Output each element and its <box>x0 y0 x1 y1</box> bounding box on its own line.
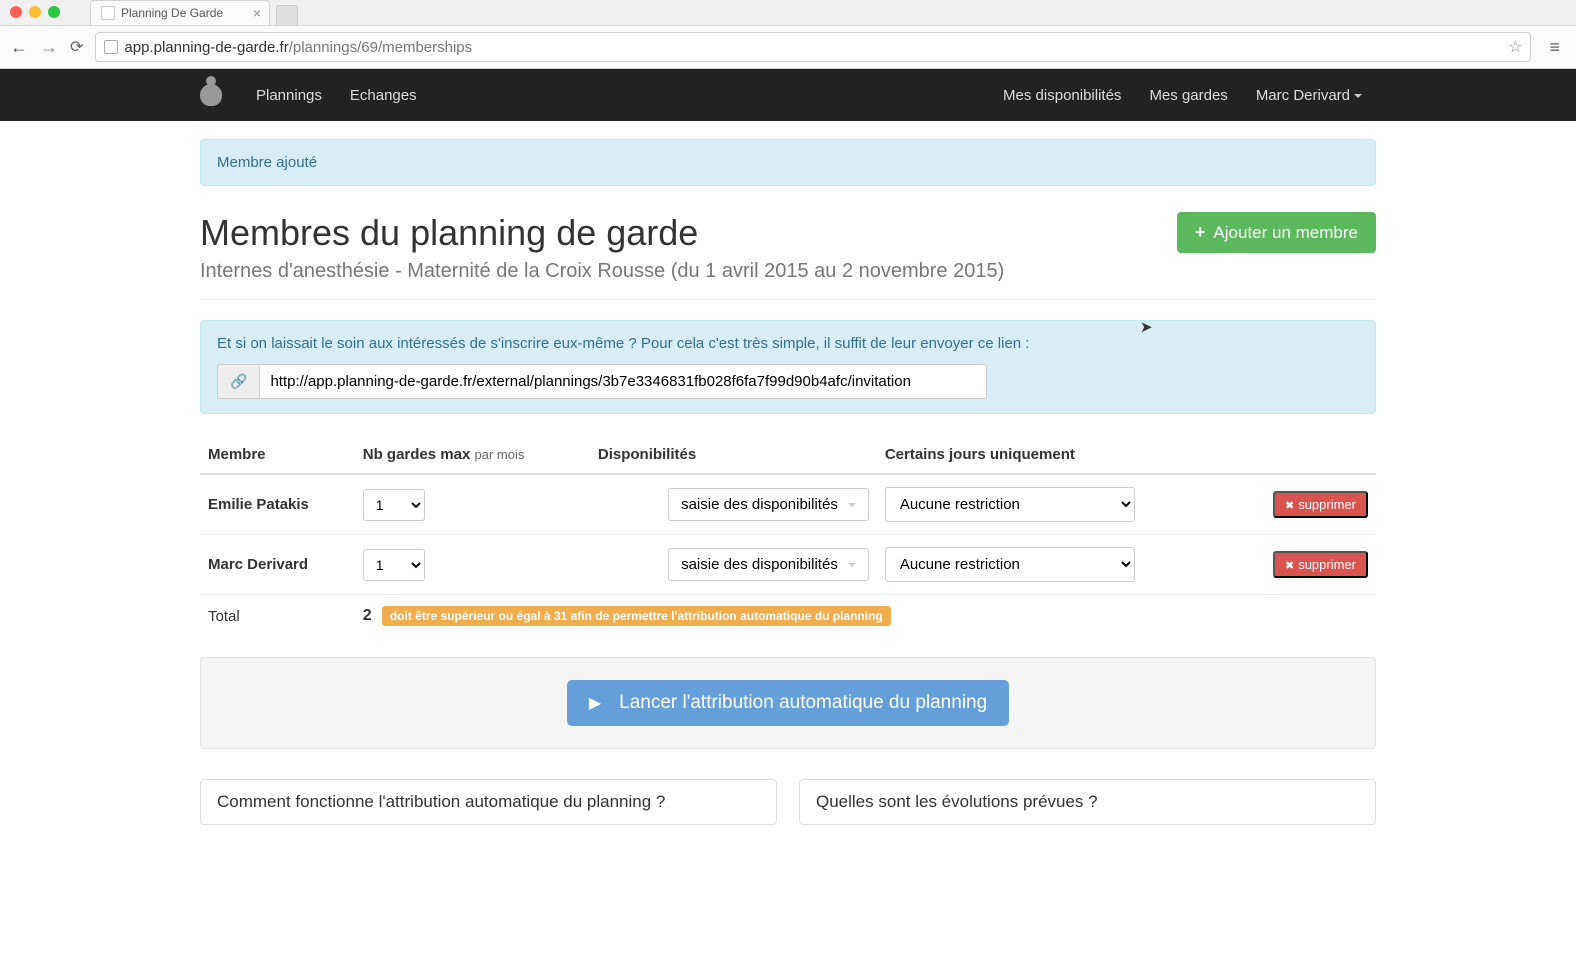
tab-title: Planning De Garde <box>121 6 223 20</box>
member-name: Emilie Patakis <box>200 474 355 535</box>
bookmark-star-icon[interactable]: ☆ <box>1508 37 1522 57</box>
back-button[interactable]: ← <box>10 37 28 58</box>
window-zoom-dot[interactable] <box>48 6 60 18</box>
nav-disponibilites[interactable]: Mes disponibilités <box>989 72 1135 119</box>
total-label: Total <box>200 595 355 638</box>
invite-panel: Et si on laissait le soin aux intéressés… <box>200 320 1376 414</box>
x-icon <box>1285 557 1298 572</box>
col-member: Membre <box>200 438 355 474</box>
col-disponibilites: Disponibilités <box>590 438 877 474</box>
total-value: 2 <box>363 607 372 624</box>
launch-label: Lancer l'attribution automatique du plan… <box>619 692 987 714</box>
total-warning-badge: doit être supérieur ou égal à 31 afin de… <box>382 606 891 626</box>
member-name: Marc Derivard <box>200 535 355 595</box>
add-member-button[interactable]: Ajouter un membre <box>1177 212 1376 253</box>
invite-text: Et si on laissait le soin aux intéressés… <box>217 335 1359 352</box>
nb-gardes-select[interactable]: 1 <box>363 489 425 521</box>
col-days: Certains jours uniquement <box>877 438 1229 474</box>
col-actions <box>1229 438 1376 474</box>
reload-button[interactable]: ⟳ <box>70 37 83 57</box>
delete-label: supprimer <box>1298 557 1356 572</box>
disp-label: saisie des disponibilités <box>681 556 838 573</box>
favicon-icon <box>101 6 115 20</box>
tab-close-icon[interactable]: × <box>253 5 261 21</box>
flash-success: Membre ajouté <box>200 139 1376 186</box>
faq-q2-text: Quelles sont les évolutions prévues ? <box>816 792 1098 811</box>
page-header: Membres du planning de garde Internes d'… <box>200 212 1376 300</box>
invite-link-input[interactable] <box>259 364 987 399</box>
faq-panel-1[interactable]: Comment fonctionne l'attribution automat… <box>200 779 777 825</box>
page-title: Membres du planning de garde <box>200 212 1004 254</box>
disponibilites-dropdown[interactable]: saisie des disponibilités <box>668 488 869 521</box>
launch-panel: Lancer l'attribution automatique du plan… <box>200 657 1376 749</box>
plus-icon <box>1195 222 1206 243</box>
tab-strip: Planning De Garde × <box>90 0 1576 25</box>
address-bar[interactable]: app.planning-de-garde.fr/plannings/69/me… <box>95 32 1531 62</box>
browser-tab[interactable]: Planning De Garde × <box>90 0 270 25</box>
window-close-dot[interactable] <box>10 6 22 18</box>
caret-down-icon <box>848 503 856 507</box>
total-row: Total 2 doit être supérieur ou égal à 31… <box>200 595 1376 638</box>
page-subtitle: Internes d'anesthésie - Maternité de la … <box>200 260 1004 283</box>
disponibilites-dropdown[interactable]: saisie des disponibilités <box>668 548 869 581</box>
forward-button[interactable]: → <box>40 37 58 58</box>
launch-attribution-button[interactable]: Lancer l'attribution automatique du plan… <box>567 680 1009 726</box>
play-icon <box>589 692 611 714</box>
nav-user-name: Marc Derivard <box>1256 87 1350 104</box>
delete-member-button[interactable]: supprimer <box>1273 551 1368 578</box>
caret-down-icon <box>1354 94 1362 98</box>
col-nbmax: Nb gardes max par mois <box>355 438 590 474</box>
browser-toolbar: ← → ⟳ app.planning-de-garde.fr/plannings… <box>0 25 1576 68</box>
app-navbar: Plannings Echanges Mes disponibilités Me… <box>0 69 1576 121</box>
window-minimize-dot[interactable] <box>29 6 41 18</box>
delete-member-button[interactable]: supprimer <box>1273 491 1368 518</box>
restriction-select[interactable]: Aucune restriction <box>885 547 1135 582</box>
x-icon <box>1285 497 1298 512</box>
link-icon: 🔗 <box>217 364 259 399</box>
nb-gardes-select[interactable]: 1 <box>363 549 425 581</box>
nav-echanges[interactable]: Echanges <box>336 72 431 119</box>
restriction-select[interactable]: Aucune restriction <box>885 487 1135 522</box>
brand-user-icon[interactable] <box>200 84 222 106</box>
site-info-icon[interactable] <box>104 40 118 54</box>
nav-user-menu[interactable]: Marc Derivard <box>1242 72 1376 119</box>
nav-mes-gardes[interactable]: Mes gardes <box>1135 72 1241 119</box>
url-text: app.planning-de-garde.fr/plannings/69/me… <box>124 39 472 56</box>
browser-chrome: Planning De Garde × ← → ⟳ app.planning-d… <box>0 0 1576 69</box>
faq-row: Comment fonctionne l'attribution automat… <box>200 779 1376 825</box>
table-row: Marc Derivard 1 saisie des disponibilité… <box>200 535 1376 595</box>
table-row: Emilie Patakis 1 saisie des disponibilit… <box>200 474 1376 535</box>
delete-label: supprimer <box>1298 497 1356 512</box>
add-member-label: Ajouter un membre <box>1213 223 1358 243</box>
flash-text: Membre ajouté <box>217 154 317 171</box>
caret-down-icon <box>848 563 856 567</box>
faq-panel-2[interactable]: Quelles sont les évolutions prévues ? <box>799 779 1376 825</box>
browser-menu-icon[interactable]: ≡ <box>1543 37 1566 58</box>
invite-link-group: 🔗 <box>217 364 987 399</box>
new-tab-button[interactable] <box>276 5 298 25</box>
faq-q1-text: Comment fonctionne l'attribution automat… <box>217 792 665 811</box>
disp-label: saisie des disponibilités <box>681 496 838 513</box>
members-table: Membre Nb gardes max par mois Disponibil… <box>200 438 1376 637</box>
nav-plannings[interactable]: Plannings <box>242 72 336 119</box>
